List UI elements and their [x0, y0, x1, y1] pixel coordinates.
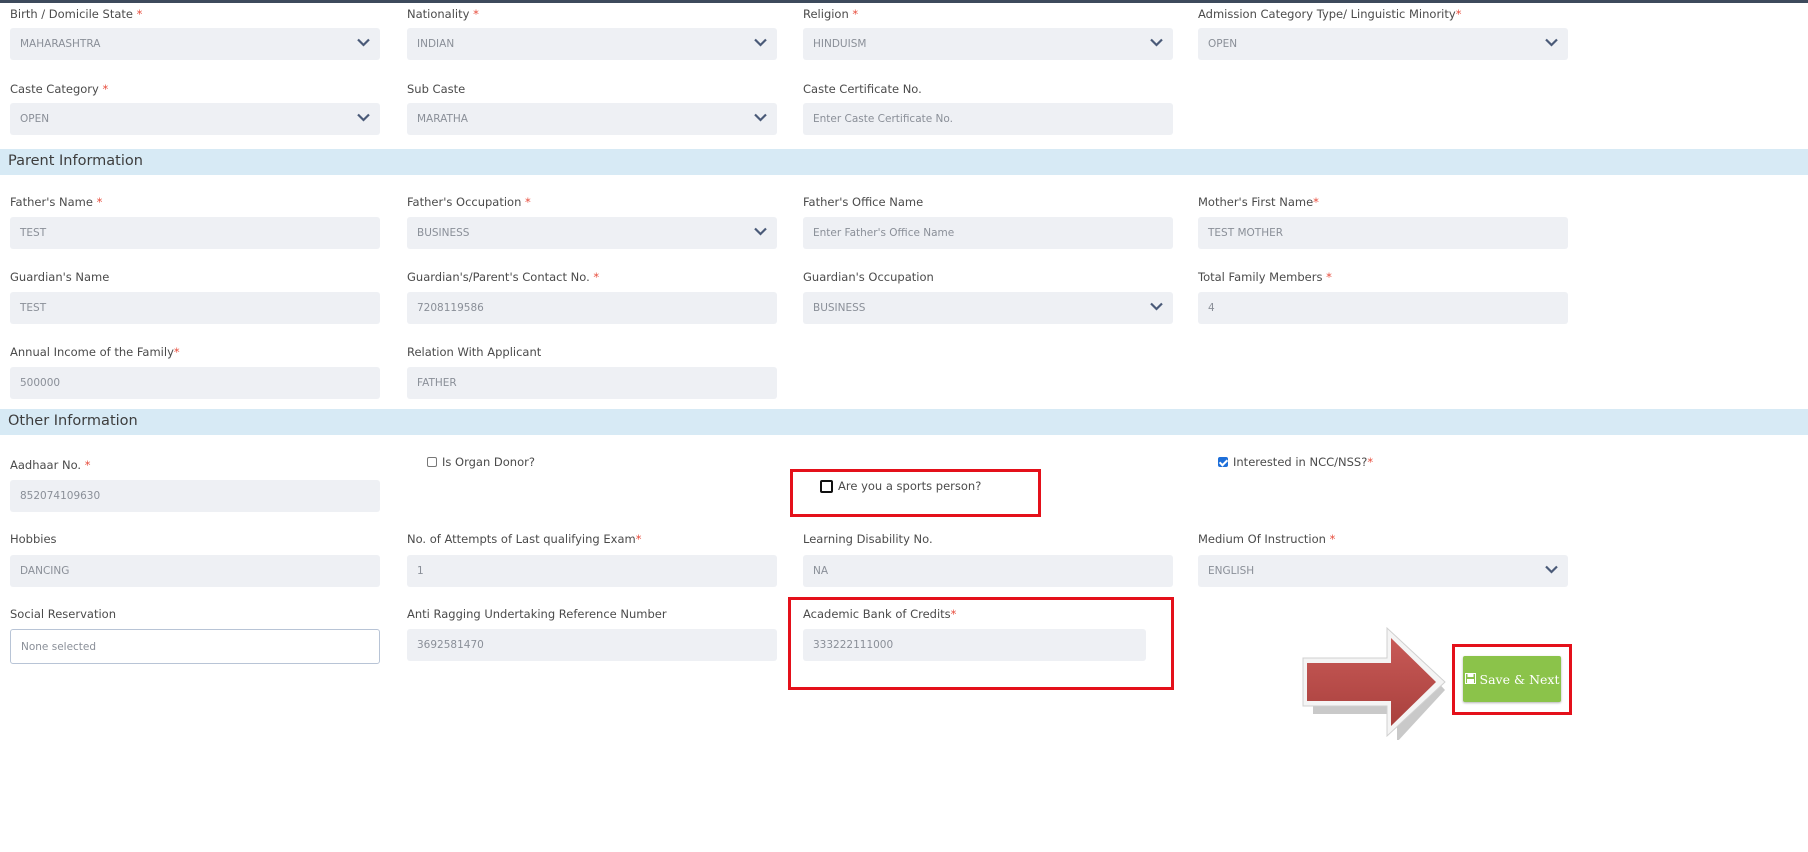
father-name-label: Father's Name * [10, 195, 103, 209]
chevron-down-icon [1150, 28, 1163, 47]
father-occupation-label: Father's Occupation * [407, 195, 531, 209]
hobbies-input[interactable]: DANCING [10, 555, 380, 587]
family-members-input[interactable]: 4 [1198, 292, 1568, 324]
ncc-nss-checkbox[interactable]: Interested in NCC/NSS? * [1218, 455, 1373, 469]
chevron-down-icon [1545, 555, 1558, 574]
top-border [0, 0, 1808, 3]
attempts-label: No. of Attempts of Last qualifying Exam* [407, 532, 642, 546]
mother-name-input[interactable]: TEST MOTHER [1198, 217, 1568, 249]
guardian-name-input[interactable]: TEST [10, 292, 380, 324]
checkbox-checked-icon [1218, 457, 1228, 467]
birth-state-label: Birth / Domicile State * [10, 7, 143, 21]
chevron-down-icon [1150, 292, 1163, 311]
chevron-down-icon [754, 217, 767, 236]
father-office-input[interactable]: Enter Father's Office Name [803, 217, 1173, 249]
religion-select[interactable]: HINDUISM [803, 28, 1173, 60]
father-office-label: Father's Office Name [803, 195, 924, 209]
sub-caste-label: Sub Caste [407, 82, 466, 96]
guardian-name-label: Guardian's Name [10, 270, 110, 284]
aadhaar-label: Aadhaar No. * [10, 458, 91, 472]
guardian-contact-label: Guardian's/Parent's Contact No. * [407, 270, 600, 284]
save-next-button[interactable]: Save & Next [1463, 656, 1561, 702]
other-information-header: Other Information [0, 409, 1808, 435]
sub-caste-select[interactable]: MARATHA [407, 103, 777, 135]
social-reservation-label: Social Reservation [10, 607, 116, 621]
father-name-input[interactable]: TEST [10, 217, 380, 249]
learning-disability-input[interactable]: NA [803, 555, 1173, 587]
religion-label: Religion * [803, 7, 859, 21]
chevron-down-icon [1545, 28, 1558, 47]
caste-category-select[interactable]: OPEN [10, 103, 380, 135]
chevron-down-icon [357, 28, 370, 47]
organ-donor-checkbox[interactable]: Is Organ Donor? [427, 455, 535, 469]
nationality-label: Nationality * [407, 7, 479, 21]
checkbox-unchecked-icon [427, 457, 437, 467]
relation-label: Relation With Applicant [407, 345, 542, 359]
caste-certificate-input[interactable]: Enter Caste Certificate No. [803, 103, 1173, 135]
hobbies-label: Hobbies [10, 532, 57, 546]
annual-income-label: Annual Income of the Family* [10, 345, 180, 359]
guardian-contact-input[interactable]: 7208119586 [407, 292, 777, 324]
annual-income-input[interactable]: 500000 [10, 367, 380, 399]
floppy-disk-icon [1464, 672, 1476, 687]
mother-name-label: Mother's First Name* [1198, 195, 1319, 209]
right-arrow-icon [1295, 620, 1453, 742]
medium-select[interactable]: ENGLISH [1198, 555, 1568, 587]
guardian-occupation-label: Guardian's Occupation [803, 270, 934, 284]
caste-category-label: Caste Category * [10, 82, 109, 96]
medium-label: Medium Of Instruction * [1198, 532, 1336, 546]
aadhaar-input[interactable]: 852074109630 [10, 480, 380, 512]
relation-input[interactable]: FATHER [407, 367, 777, 399]
guardian-occupation-select[interactable]: BUSINESS [803, 292, 1173, 324]
father-occupation-select[interactable]: BUSINESS [407, 217, 777, 249]
chevron-down-icon [754, 103, 767, 122]
admission-category-label: Admission Category Type/ Linguistic Mino… [1198, 7, 1462, 21]
family-members-label: Total Family Members * [1198, 270, 1332, 284]
chevron-down-icon [754, 28, 767, 47]
caste-certificate-label: Caste Certificate No. [803, 82, 922, 96]
chevron-down-icon [357, 103, 370, 122]
learning-disability-label: Learning Disability No. [803, 532, 933, 546]
attempts-input[interactable]: 1 [407, 555, 777, 587]
admission-category-select[interactable]: OPEN [1198, 28, 1568, 60]
anti-ragging-input[interactable]: 3692581470 [407, 629, 777, 661]
social-reservation-multiselect[interactable]: None selected [10, 629, 380, 664]
highlight-box-sports [790, 469, 1041, 517]
birth-state-select[interactable]: MAHARASHTRA [10, 28, 380, 60]
parent-information-header: Parent Information [0, 149, 1808, 175]
nationality-select[interactable]: INDIAN [407, 28, 777, 60]
highlight-box-abc [788, 597, 1174, 690]
anti-ragging-label: Anti Ragging Undertaking Reference Numbe… [407, 607, 667, 621]
